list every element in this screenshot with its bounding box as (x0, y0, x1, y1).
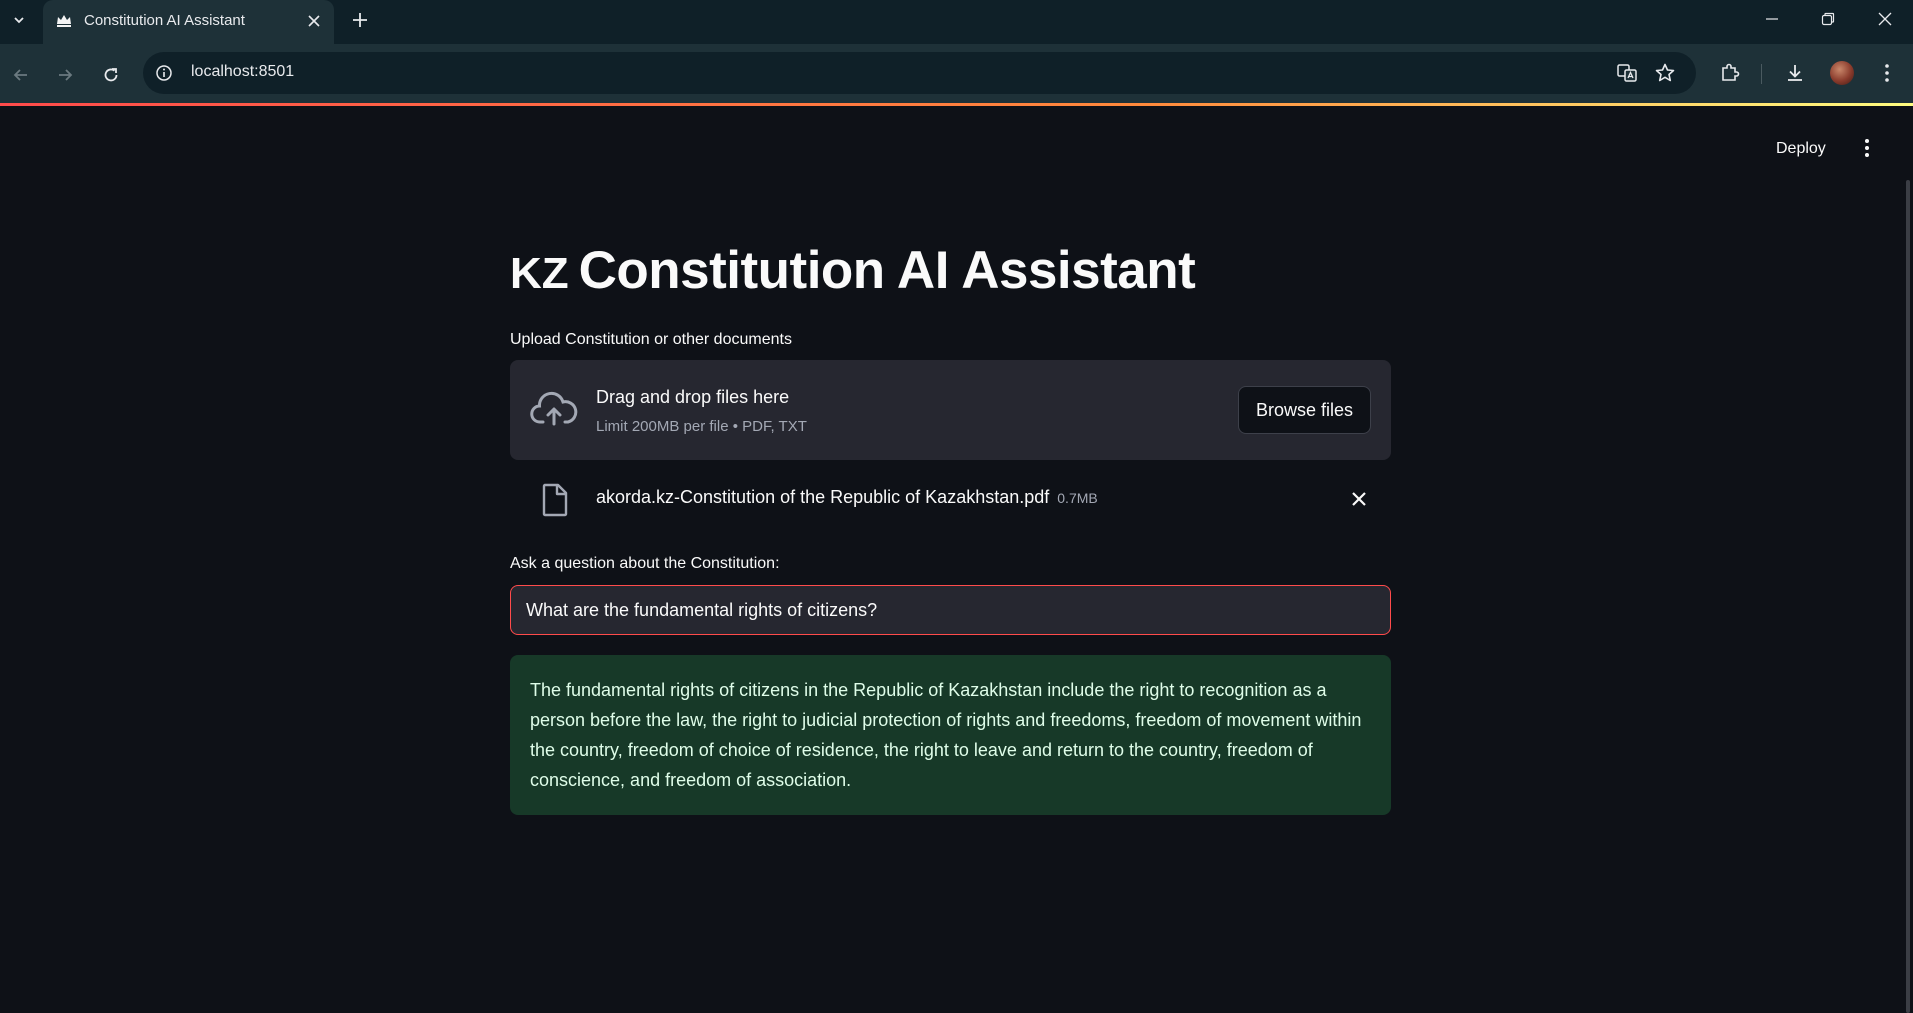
page-title-text: Constitution AI Assistant (578, 241, 1196, 300)
restore-button[interactable] (1813, 6, 1843, 32)
extensions-button[interactable] (1717, 60, 1743, 86)
restore-icon (1821, 12, 1835, 26)
file-icon (542, 483, 568, 517)
app-header: Deploy (0, 106, 1913, 186)
chevron-down-icon (14, 17, 24, 24)
main-menu-button[interactable] (1855, 136, 1879, 160)
file-dropzone[interactable]: Drag and drop files here Limit 200MB per… (510, 360, 1391, 460)
uploaded-file-name: akorda.kz-Constitution of the Republic o… (596, 487, 1098, 508)
uploaded-file-row: akorda.kz-Constitution of the Republic o… (510, 476, 1391, 522)
minimize-button[interactable] (1757, 6, 1787, 32)
uploader-label: Upload Constitution or other documents (510, 331, 792, 348)
answer-text: The fundamental rights of citizens in th… (530, 680, 1362, 790)
more-vertical-icon (1885, 64, 1889, 82)
tab-title: Constitution AI Assistant (84, 12, 245, 29)
new-tab-icon[interactable] (348, 8, 372, 32)
dropzone-title: Drag and drop files here (596, 387, 790, 407)
file-name-text: akorda.kz-Constitution of the Republic o… (596, 487, 1050, 507)
browser-menu-button[interactable] (1874, 60, 1900, 86)
dropzone-limit: Limit 200MB per file • PDF, TXT (596, 418, 807, 435)
answer-success-box: The fundamental rights of citizens in th… (510, 655, 1391, 815)
flag-kz-icon: KZ (510, 249, 569, 298)
close-icon (1352, 492, 1366, 506)
cloud-upload-icon (530, 391, 578, 426)
tab-search-button[interactable] (6, 8, 32, 32)
download-icon (1788, 65, 1802, 81)
site-info-button[interactable] (152, 61, 176, 85)
arrow-left-icon (13, 69, 27, 81)
arrow-right-icon (59, 69, 73, 81)
bookmark-star-icon[interactable] (1653, 61, 1677, 85)
translate-icon[interactable] (1615, 61, 1639, 85)
puzzle-icon (1722, 63, 1740, 81)
close-icon (1878, 12, 1892, 26)
info-icon (156, 65, 172, 81)
back-button[interactable] (8, 62, 34, 88)
page-title: KZ Constitution AI Assistant (510, 240, 1196, 301)
profile-avatar[interactable] (1830, 61, 1854, 85)
reload-button[interactable] (98, 62, 124, 88)
deploy-button[interactable]: Deploy (1770, 136, 1832, 162)
browse-files-button[interactable]: Browse files (1238, 386, 1371, 434)
minimize-icon (1766, 18, 1778, 20)
close-tab-icon[interactable] (304, 11, 324, 31)
url-text[interactable]: localhost:8501 (191, 63, 294, 81)
file-size: 0.7MB (1057, 490, 1098, 506)
streamlit-crown-icon (57, 15, 71, 27)
downloads-button[interactable] (1782, 60, 1808, 86)
browser-tabstrip: Constitution AI Assistant (0, 0, 1913, 44)
address-bar[interactable]: localhost:8501 (143, 52, 1696, 94)
remove-file-button[interactable] (1348, 488, 1370, 510)
forward-button[interactable] (52, 62, 78, 88)
question-input[interactable] (510, 585, 1391, 635)
reload-icon (104, 68, 118, 82)
close-window-button[interactable] (1870, 6, 1900, 32)
toolbar-separator (1761, 64, 1762, 84)
browser-tab[interactable]: Constitution AI Assistant (43, 0, 334, 44)
scrollbar[interactable] (1906, 180, 1910, 1013)
more-vertical-icon (1865, 139, 1869, 157)
question-label: Ask a question about the Constitution: (510, 555, 780, 572)
browser-toolbar: localhost:8501 (0, 44, 1913, 103)
